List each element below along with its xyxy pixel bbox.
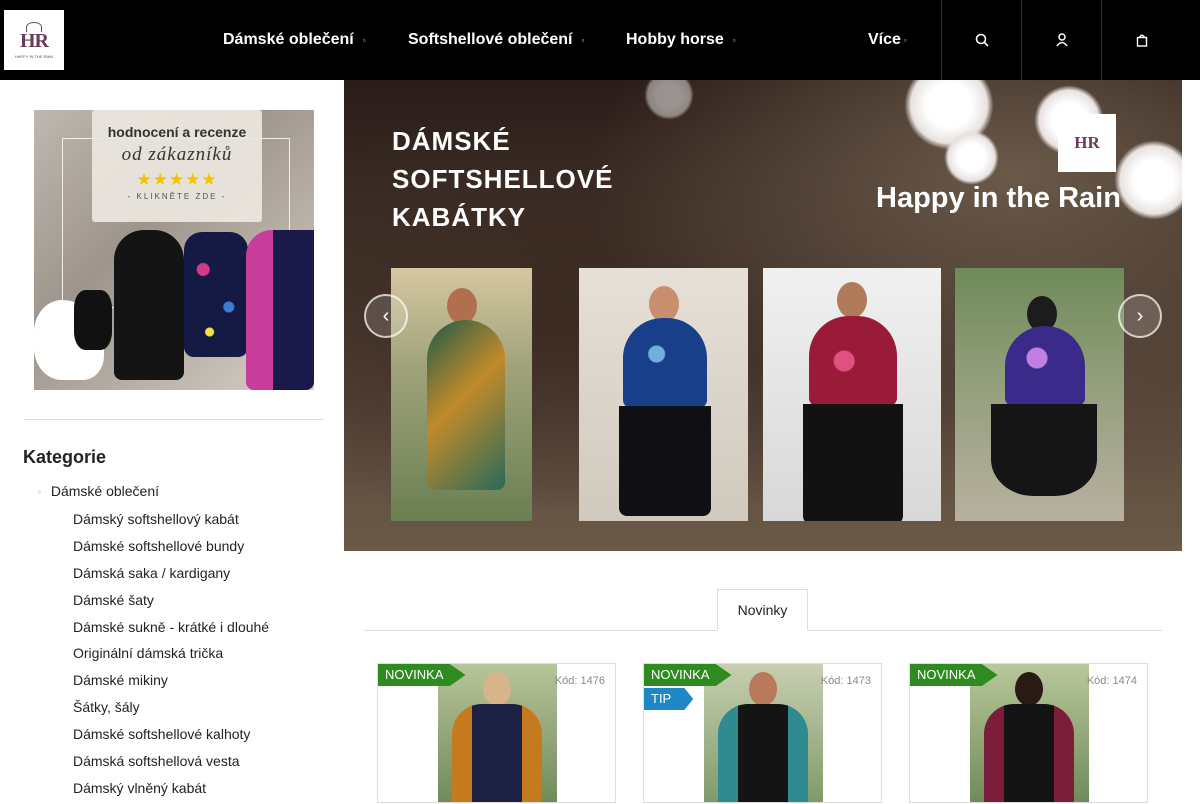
cart-button[interactable] <box>1101 0 1181 80</box>
hero-slider[interactable]: DÁMSKÉ SOFTSHELLOVÉ KABÁTKY HR Happy in … <box>344 80 1182 551</box>
subcategory-item[interactable]: Dámská softshellová vesta <box>73 750 269 777</box>
model-head <box>837 282 867 318</box>
hero-logo-mark: HR <box>1074 133 1100 152</box>
subcategory-item[interactable]: Šátky, šály <box>73 696 269 723</box>
blossom-decoration <box>644 80 694 120</box>
hero-logo: HR <box>1058 114 1116 172</box>
bullet-icon: ▫ <box>38 487 41 497</box>
chevron-down-icon: ▫ <box>362 35 366 45</box>
reviews-heading: hodnocení a recenze <box>107 124 247 140</box>
model-head <box>483 672 511 706</box>
product-code: Kód: 1474 <box>1086 675 1137 687</box>
hero-photo-green-coat <box>391 268 532 521</box>
sidebar-divider <box>24 419 324 420</box>
chevron-down-icon: ▫ <box>581 35 585 45</box>
new-badge: NOVINKA <box>910 664 998 686</box>
chevron-right-icon: › <box>1136 304 1144 327</box>
subcategory-item[interactable]: Dámské šaty <box>73 589 269 616</box>
hobby-horse-mane <box>74 290 112 350</box>
blossom-decoration <box>944 130 999 185</box>
model-coat-top <box>1005 326 1085 406</box>
account-button[interactable] <box>1021 0 1101 80</box>
subcategory-item[interactable]: Dámské sukně - krátké i dlouhé <box>73 616 269 643</box>
nav-item-label: Softshellové oblečení <box>408 31 573 48</box>
reviews-subheading: od zákazníků <box>121 144 233 165</box>
model-coat-bottom <box>991 404 1097 496</box>
model-coat-top <box>809 316 897 406</box>
search-button[interactable] <box>941 0 1021 80</box>
nav-item-softshellove-obleceni[interactable]: Softshellové oblečení ▫ <box>408 0 584 80</box>
reviews-cta: - KLIKNĚTE ZDE - <box>127 192 227 201</box>
new-badge: NOVINKA <box>378 664 466 686</box>
nav-item-hobby-horse[interactable]: Hobby horse ▫ <box>626 0 736 80</box>
search-icon <box>975 33 989 47</box>
logo-mark: HR <box>20 29 49 52</box>
subcategory-item[interactable]: Dámská saka / kardigany <box>73 562 269 589</box>
site-logo[interactable]: HR HAPPY IN THE RAIN <box>4 10 64 70</box>
category-label: Dámské oblečení <box>50 483 160 499</box>
model-jacket <box>452 704 542 802</box>
product-image[interactable] <box>438 664 557 802</box>
product-code: Kód: 1473 <box>820 675 871 687</box>
tip-badge: TIP <box>644 688 694 710</box>
blossom-decoration <box>1114 140 1182 220</box>
model-jacket <box>718 704 808 802</box>
hero-title: DÁMSKÉ SOFTSHELLOVÉ KABÁTKY <box>392 122 613 236</box>
hero-title-line: DÁMSKÉ <box>392 126 511 156</box>
subcategory-item[interactable]: Dámské softshellové kalhoty <box>73 723 269 750</box>
nav-item-label: Více <box>868 31 901 48</box>
product-code: Kód: 1476 <box>554 675 605 687</box>
model-coat-bottom <box>619 406 711 516</box>
hero-photo-red-coat <box>763 268 941 521</box>
tab-novinky[interactable]: Novinky <box>717 589 808 631</box>
hero-title-line: KABÁTKY <box>392 202 527 232</box>
subcategory-item[interactable]: Dámské softshellové bundy <box>73 535 269 562</box>
category-damske-obleceni[interactable]: ▫ Dámské oblečení <box>38 483 159 499</box>
model-head <box>1015 672 1043 706</box>
sidebar: hodnocení a recenze od zákazníků ★★★★★ -… <box>4 80 344 800</box>
product-card[interactable]: NOVINKA TIP Kód: 1473 <box>643 663 882 803</box>
product-card[interactable]: NOVINKA Kód: 1474 <box>909 663 1148 803</box>
cart-icon <box>1136 34 1147 47</box>
model-head <box>447 288 477 324</box>
model-coat <box>427 320 505 490</box>
subcategory-list: Dámský softshellový kabát Dámské softshe… <box>73 508 269 804</box>
model-head <box>649 286 679 322</box>
product-card[interactable]: NOVINKA Kód: 1476 <box>377 663 616 803</box>
hero-title-line: SOFTSHELLOVÉ <box>392 164 614 194</box>
nav-item-vice[interactable]: Více ▫ <box>868 0 907 80</box>
subcategory-item[interactable]: Dámské mikiny <box>73 669 269 696</box>
nav-item-label: Dámské oblečení <box>223 31 354 48</box>
model-head <box>749 672 777 706</box>
logo-subtitle: HAPPY IN THE RAIN <box>14 53 54 59</box>
chevron-down-icon: ▫ <box>732 35 736 45</box>
patterned-coat-image <box>246 230 314 390</box>
subcategory-item[interactable]: Dámský softshellový kabát <box>73 508 269 535</box>
hero-brand: Happy in the Rain <box>876 182 1121 214</box>
reviews-card: hodnocení a recenze od zákazníků ★★★★★ -… <box>92 110 262 222</box>
hero-photo-purple-coat <box>955 268 1124 521</box>
slider-next-button[interactable]: › <box>1118 294 1162 338</box>
model-coat-top <box>623 318 707 408</box>
site-header: HR HAPPY IN THE RAIN Dámské oblečení ▫ S… <box>0 0 1200 80</box>
user-icon <box>1055 33 1068 47</box>
model-coat-bottom <box>803 404 903 521</box>
new-badge: NOVINKA <box>644 664 732 686</box>
model-jacket <box>984 704 1074 802</box>
slider-prev-button[interactable]: ‹ <box>364 294 408 338</box>
reviews-banner[interactable]: hodnocení a recenze od zákazníků ★★★★★ -… <box>34 110 314 390</box>
product-image[interactable] <box>704 664 823 802</box>
nav-item-label: Hobby horse <box>626 31 724 48</box>
chevron-down-icon: ▫ <box>903 35 907 45</box>
product-image[interactable] <box>970 664 1089 802</box>
nav-item-damske-obleceni[interactable]: Dámské oblečení ▫ <box>223 0 366 80</box>
hero-photo-blue-coat <box>579 268 748 521</box>
black-coat-image <box>114 230 184 380</box>
categories-heading: Kategorie <box>23 447 107 467</box>
chevron-left-icon: ‹ <box>382 304 390 327</box>
patterned-dress-image <box>184 232 248 357</box>
subcategory-item[interactable]: Originální dámská trička <box>73 642 269 669</box>
rating-stars-icon: ★★★★★ <box>136 170 218 189</box>
